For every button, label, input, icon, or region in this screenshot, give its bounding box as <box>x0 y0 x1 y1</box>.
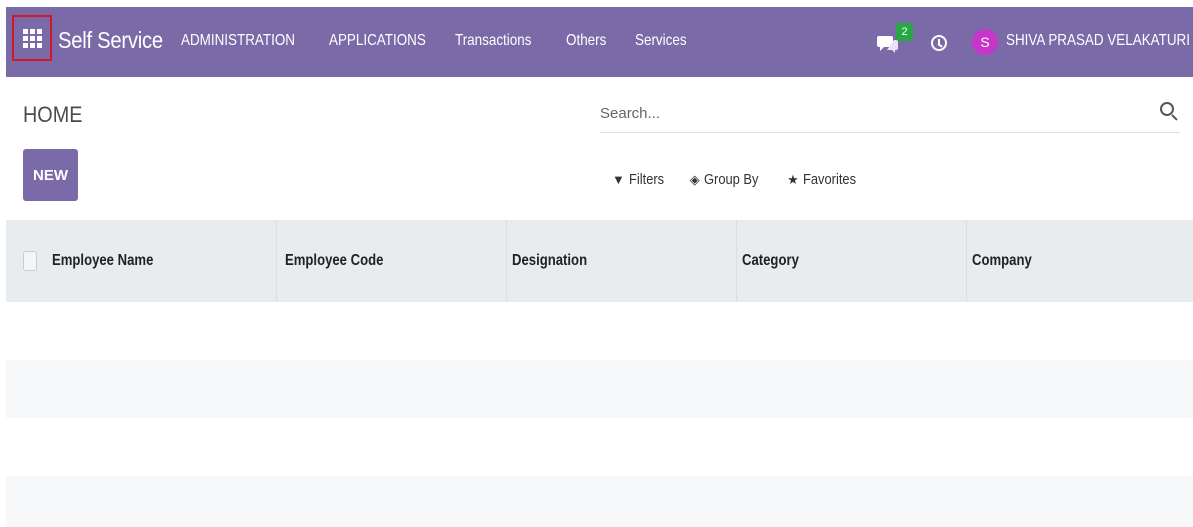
new-button[interactable]: NEW <box>23 149 78 201</box>
menu-transactions[interactable]: Transactions <box>455 32 531 50</box>
app-brand[interactable]: Self Service <box>58 27 163 54</box>
activity-clock-icon[interactable] <box>931 35 947 51</box>
column-header-category[interactable]: Category <box>736 220 966 302</box>
select-all-checkbox[interactable] <box>23 251 37 271</box>
top-navbar: Self Service ADMINISTRATION APPLICATIONS… <box>6 7 1193 77</box>
group-by-button[interactable]: ◈ Group By <box>690 171 767 188</box>
table-row <box>6 418 1193 476</box>
filters-button[interactable]: ▼ Filters <box>612 171 670 188</box>
menu-applications[interactable]: APPLICATIONS <box>329 32 426 50</box>
table-row <box>6 302 1193 360</box>
star-icon: ★ <box>787 171 799 187</box>
column-header-designation[interactable]: Designation <box>506 220 736 302</box>
avatar[interactable]: S <box>972 29 998 55</box>
layers-icon: ◈ <box>689 171 700 187</box>
menu-administration[interactable]: ADMINISTRATION <box>181 32 295 50</box>
group-by-label: Group By <box>703 171 759 188</box>
search-options: ▼ Filters ◈ Group By ★ Favorites <box>612 171 884 188</box>
grid-icon <box>22 28 42 48</box>
column-header-employee-name[interactable]: Employee Name <box>52 220 276 302</box>
menu-services[interactable]: Services <box>635 32 687 50</box>
filters-label: Filters <box>628 171 665 188</box>
search-input[interactable] <box>600 98 1140 128</box>
column-header-employee-code[interactable]: Employee Code <box>276 220 506 302</box>
main-menu: ADMINISTRATION APPLICATIONS Transactions… <box>181 32 718 50</box>
table-header: Employee Name Employee Code Designation … <box>6 220 1193 302</box>
table-row <box>6 360 1193 418</box>
user-name[interactable]: SHIVA PRASAD VELAKATURI <box>1006 32 1190 50</box>
column-header-company[interactable]: Company <box>966 220 1193 302</box>
table-row <box>6 476 1193 527</box>
apps-menu-button[interactable] <box>12 15 52 61</box>
favorites-label: Favorites <box>802 171 856 188</box>
page-title: HOME <box>23 102 83 127</box>
messages-count-badge: 2 <box>896 23 913 41</box>
favorites-button[interactable]: ★ Favorites <box>787 171 864 188</box>
filter-icon: ▼ <box>612 172 625 187</box>
search-bar <box>600 95 1180 133</box>
search-icon[interactable] <box>1160 102 1174 116</box>
menu-others[interactable]: Others <box>566 32 606 50</box>
